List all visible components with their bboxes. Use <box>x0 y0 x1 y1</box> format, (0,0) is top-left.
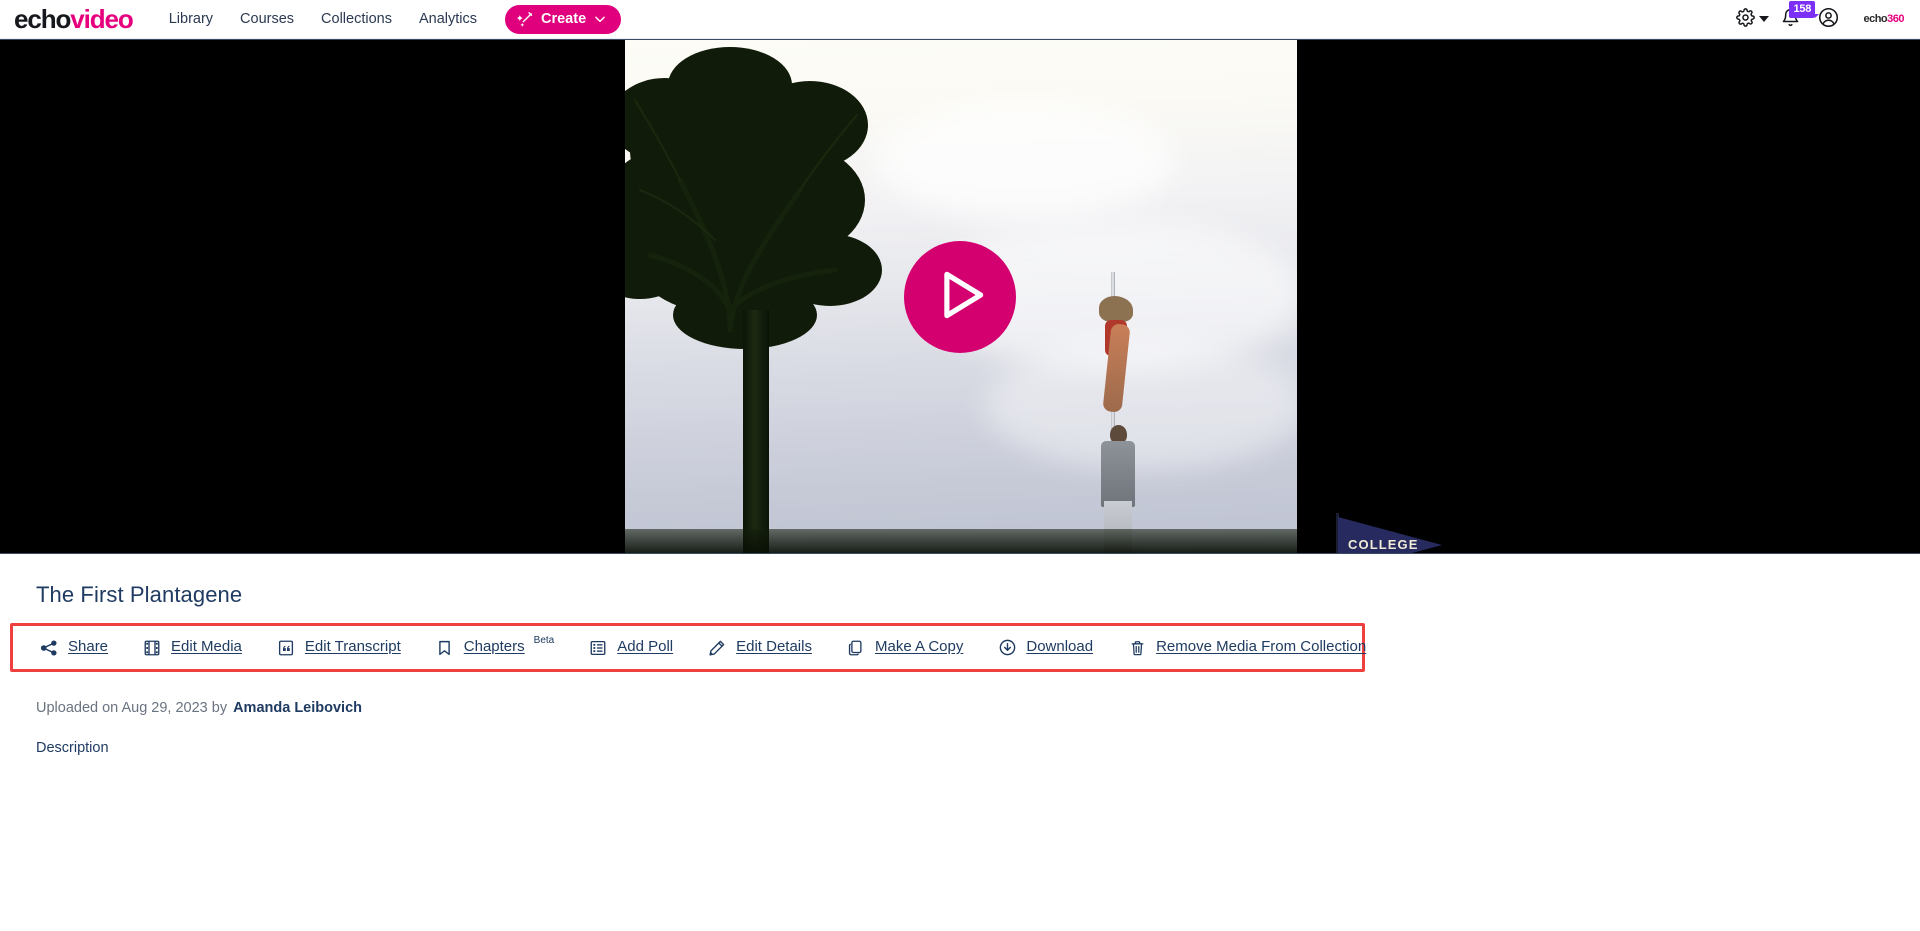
bookmark-icon <box>435 637 455 658</box>
quote-icon <box>276 637 296 658</box>
account-button[interactable] <box>1809 4 1847 34</box>
climbing-person <box>1093 296 1141 426</box>
nav-item-collections[interactable]: Collections <box>321 11 392 27</box>
action-label: Edit Transcript <box>304 638 401 655</box>
video-player[interactable]: COLLEGE <box>0 39 1920 554</box>
action-add-poll[interactable]: Add Poll <box>588 635 673 660</box>
chevron-down-icon <box>593 12 607 26</box>
action-download[interactable]: Download <box>997 635 1093 660</box>
action-edit-details[interactable]: Edit Details <box>707 635 812 660</box>
action-edit-media[interactable]: Edit Media <box>142 635 242 660</box>
settings-button[interactable] <box>1733 4 1771 34</box>
action-label: Make A Copy <box>874 638 964 655</box>
action-share[interactable]: Share <box>39 635 108 660</box>
copy-icon <box>846 637 866 658</box>
action-chapters[interactable]: Chapters Beta <box>435 635 554 660</box>
action-edit-transcript[interactable]: Edit Transcript <box>276 635 401 660</box>
action-label: Share <box>68 638 109 655</box>
action-label: Download <box>1026 638 1094 655</box>
ground-shadow <box>625 529 1297 553</box>
action-make-a-copy[interactable]: Make A Copy <box>846 635 963 660</box>
upload-metadata: Uploaded on Aug 29, 2023 by Amanda Leibo… <box>36 700 1920 716</box>
nav-right-cluster: 158 echo360 <box>1733 1 1906 34</box>
user-account-icon <box>1818 7 1839 31</box>
gear-icon <box>1736 8 1755 30</box>
logo-text-video: video <box>70 4 134 34</box>
nav-item-library[interactable]: Library <box>169 11 213 27</box>
action-label: Remove Media From Collection <box>1156 638 1367 655</box>
echo360-logo-text-echo: echo <box>1863 13 1888 25</box>
action-label: Edit Media <box>171 638 242 655</box>
echovideo-logo[interactable]: echovideo <box>14 4 134 34</box>
action-label: Add Poll <box>617 638 674 655</box>
top-navigation-bar: echovideo Library Courses Collections An… <box>0 0 1920 39</box>
create-button-label: Create <box>541 11 587 27</box>
logo-text-echo: echo <box>14 4 71 34</box>
echo360-org-logo: echo360 <box>1863 13 1904 25</box>
create-button[interactable]: Create <box>505 4 622 34</box>
action-label: Edit Details <box>736 638 812 655</box>
play-button[interactable] <box>904 240 1016 353</box>
primary-nav-links: Library Courses Collections Analytics <box>169 11 477 27</box>
upload-date-text: Uploaded on Aug 29, 2023 by <box>36 700 228 716</box>
share-nodes-icon <box>39 637 59 658</box>
pencil-icon <box>707 637 727 658</box>
description-label: Description <box>36 740 109 756</box>
chapters-beta-superscript: Beta <box>533 635 555 646</box>
notifications-button[interactable]: 158 <box>1771 1 1819 34</box>
cloud-shape <box>985 340 1297 470</box>
action-label: Chapters <box>463 638 525 655</box>
film-strip-icon <box>142 637 162 658</box>
play-triangle-icon <box>930 265 990 328</box>
college-pennant: COLLEGE <box>1336 513 1442 553</box>
nav-item-analytics[interactable]: Analytics <box>419 11 477 27</box>
page-title: The First Plantagene <box>36 582 243 607</box>
action-remove-media[interactable]: Remove Media From Collection <box>1127 635 1366 660</box>
action-toolbar-highlight: Share Edit Media Edit Transcript Chapter… <box>10 623 1366 672</box>
cloud-download-icon <box>997 637 1017 658</box>
echo360-logo-text-360: 360 <box>1887 13 1904 25</box>
cloud-shape <box>875 100 1175 220</box>
trash-icon <box>1127 637 1147 658</box>
uploader-name: Amanda Leibovich <box>233 700 362 716</box>
action-toolbar: Share Edit Media Edit Transcript Chapter… <box>13 635 1366 660</box>
magic-wand-icon <box>517 11 534 28</box>
caret-down-icon <box>1758 16 1769 22</box>
nav-item-courses[interactable]: Courses <box>240 11 294 27</box>
pennant-label: COLLEGE <box>1348 537 1419 552</box>
tree-trunk <box>743 310 769 553</box>
media-details-section: The First Plantagene Share Edit Media Ed… <box>0 582 1920 756</box>
list-icon <box>588 637 608 658</box>
